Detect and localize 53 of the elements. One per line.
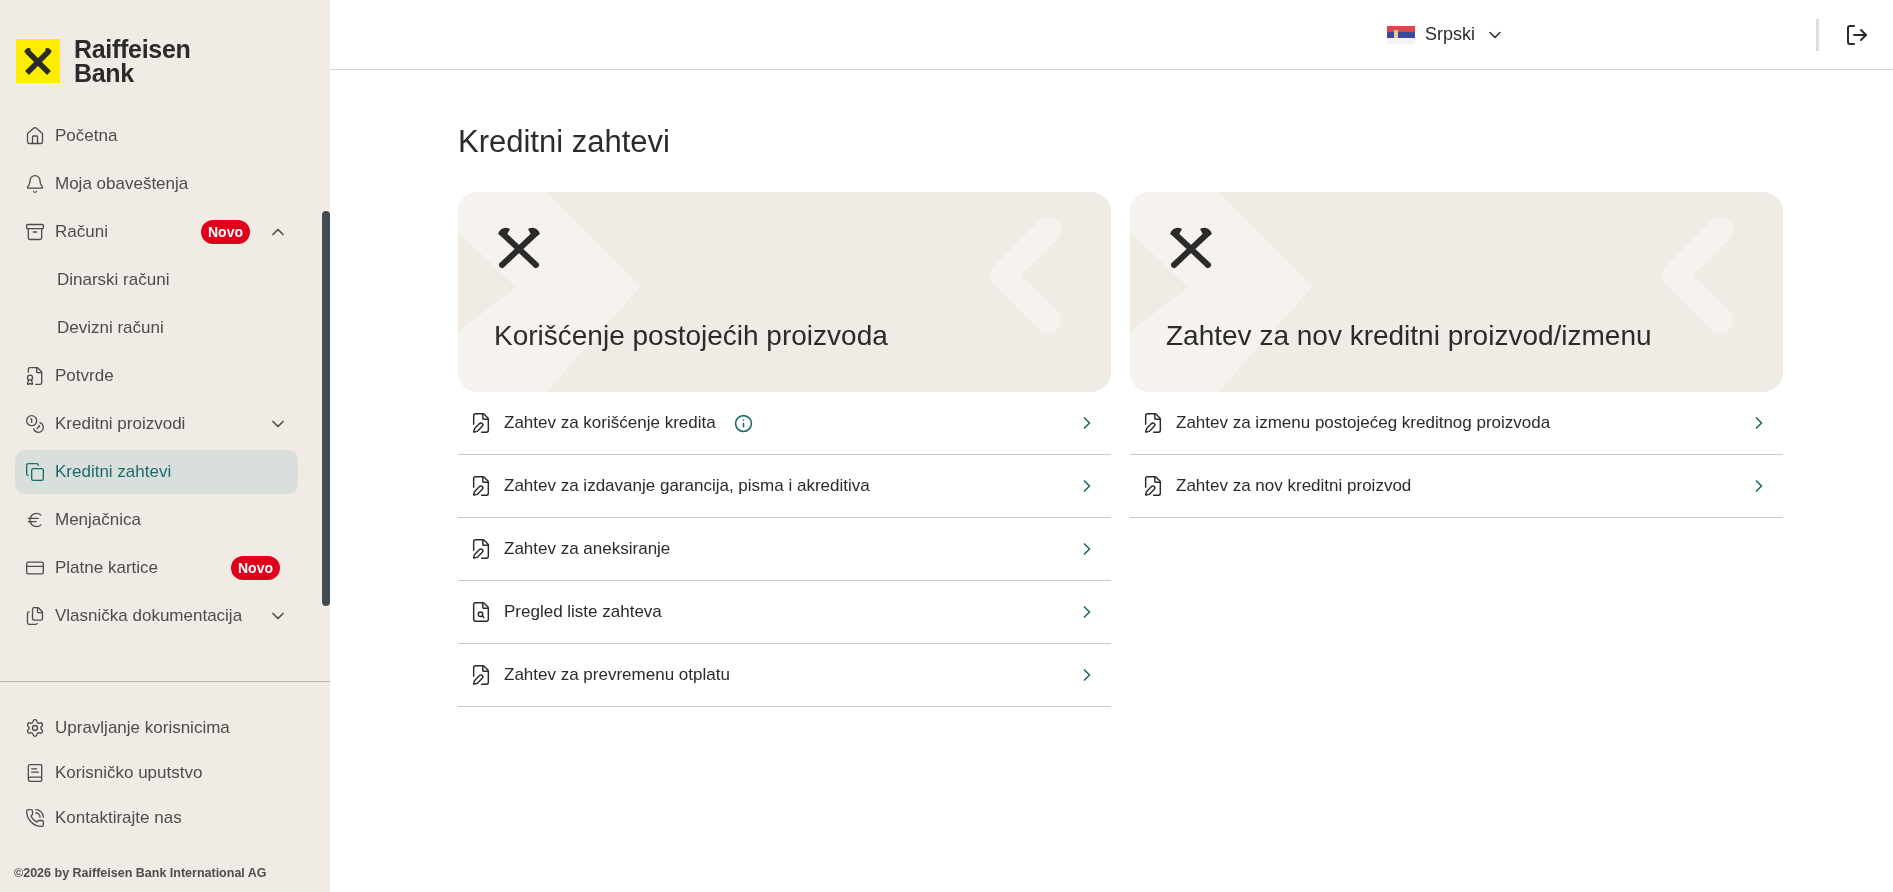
- request-link[interactable]: Zahtev za izdavanje garancija, pisma i akreditiva: [458, 455, 1111, 518]
- sidebar-item[interactable]: Vlasnička dokumentacija: [15, 594, 298, 638]
- request-link[interactable]: Zahtev za korišćenje kredita: [458, 392, 1111, 455]
- sidebar-item[interactable]: Kreditni proizvodi: [15, 402, 298, 446]
- document-pointer-icon: [1142, 475, 1164, 497]
- sidebar-item[interactable]: Potvrde: [15, 354, 298, 398]
- document-pointer-icon: [470, 412, 492, 434]
- new-badge: Novo: [201, 220, 250, 244]
- copyright-text: ©2026 by Raiffeisen Bank International AG: [13, 865, 268, 882]
- copy-icon: [25, 462, 45, 482]
- request-link[interactable]: Pregled liste zahteva: [458, 581, 1111, 644]
- sidebar-item[interactable]: Platne kartice Novo: [15, 546, 298, 590]
- sidebar-item[interactable]: Devizni računi: [15, 306, 298, 350]
- sidebar-item[interactable]: Kontaktirajte nas: [15, 796, 315, 840]
- bank-logo-icon: [16, 39, 60, 83]
- document-pointer-icon: [470, 475, 492, 497]
- book-icon: [25, 763, 45, 783]
- language-selector[interactable]: Srpski: [1383, 20, 1509, 49]
- scrollbar[interactable]: [322, 211, 330, 606]
- safe-icon: [25, 222, 45, 242]
- document-icon: [25, 366, 45, 386]
- section-title: Korišćenje postojećih proizvoda: [494, 320, 888, 352]
- sidebar-item[interactable]: Početna: [15, 114, 298, 158]
- logout-button[interactable]: [1845, 22, 1869, 47]
- sidebar-item[interactable]: Upravljanje korisnicima: [15, 706, 315, 750]
- sidebar-item[interactable]: Kreditni zahtevi: [15, 450, 298, 494]
- files-icon: [25, 606, 45, 626]
- document-search-icon: [470, 601, 492, 623]
- document-pointer-icon: [470, 538, 492, 560]
- sidebar-item[interactable]: Korisničko uputstvo: [15, 751, 315, 795]
- bank-name: Raiffeisen Bank: [74, 37, 191, 85]
- crossed-horse-heads-icon: [496, 225, 542, 269]
- document-pointer-icon: [470, 664, 492, 686]
- sidebar-item[interactable]: Računi Novo: [15, 210, 298, 254]
- settings-icon: [25, 718, 45, 738]
- sidebar-item[interactable]: Dinarski računi: [15, 258, 298, 302]
- request-link[interactable]: Zahtev za izmenu postojećeg kreditnog proizvoda: [1130, 392, 1783, 455]
- bell-icon: [25, 174, 45, 194]
- phone-icon: [25, 808, 45, 828]
- request-link[interactable]: Zahtev za prevremenu otplatu: [458, 644, 1111, 707]
- page-title: Kreditni zahtevi: [458, 124, 671, 160]
- coins-icon: [25, 414, 45, 434]
- new-badge: Novo: [231, 556, 280, 580]
- info-icon[interactable]: [733, 413, 753, 433]
- sidebar-item[interactable]: Moja obaveštenja: [15, 162, 298, 206]
- flag-icon: [1387, 25, 1415, 44]
- request-link[interactable]: Zahtev za nov kreditni proizvod: [1130, 455, 1783, 518]
- home-icon: [25, 126, 45, 146]
- request-link[interactable]: Zahtev za aneksiranje: [458, 518, 1111, 581]
- sidebar-item[interactable]: Menjačnica: [15, 498, 298, 542]
- crossed-horse-heads-icon: [1168, 225, 1214, 269]
- section-title: Zahtev za nov kreditni proizvod/izmenu: [1166, 320, 1652, 352]
- document-pointer-icon: [1142, 412, 1164, 434]
